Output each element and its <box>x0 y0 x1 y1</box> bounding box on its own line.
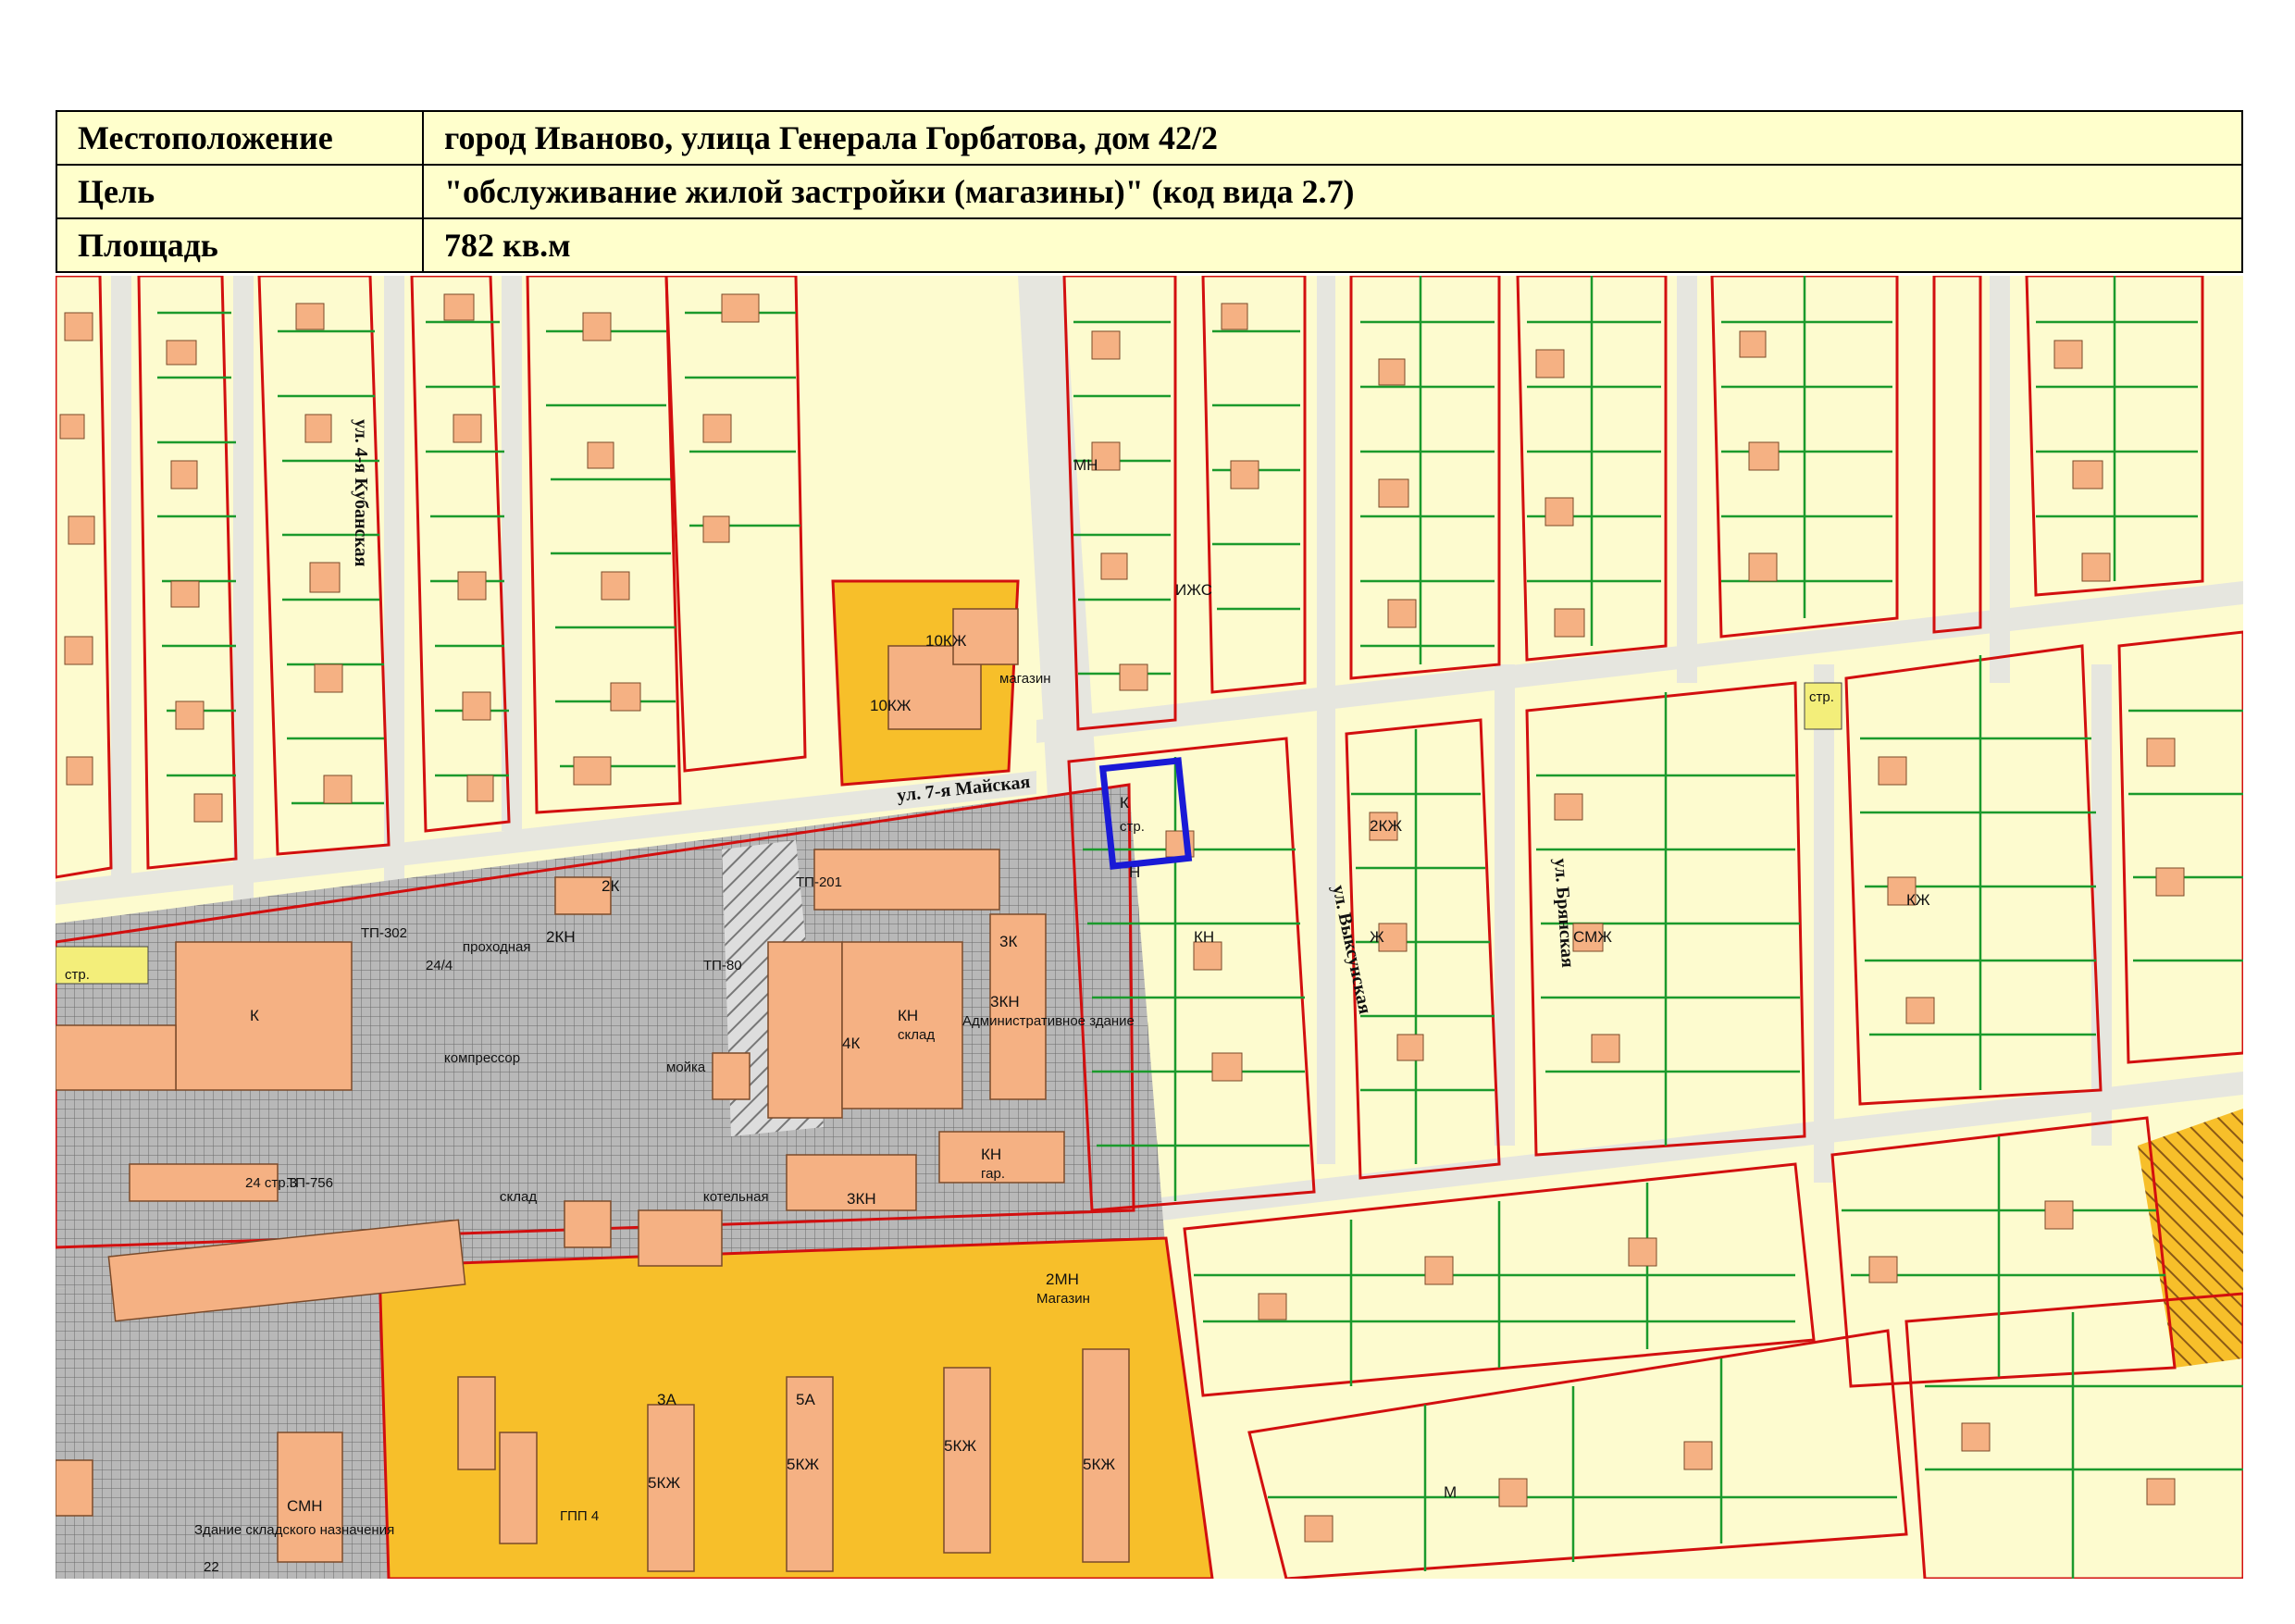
label-3k: 3К <box>999 933 1017 950</box>
label-tp756: ТП-756 <box>287 1175 333 1191</box>
label-3kn-top: 3КН <box>990 993 1020 1010</box>
street-label-kubanskaya: ул. 4-я Кубанская <box>351 419 371 567</box>
label-22: 22 <box>204 1559 219 1575</box>
location-label: Местоположение <box>56 110 424 166</box>
label-tp302: ТП-302 <box>361 925 407 941</box>
area-value: 782 кв.м <box>422 217 2243 273</box>
label-n-1: Н <box>1129 863 1140 881</box>
label-5a: 5А <box>796 1391 815 1408</box>
label-2kzh-1: 2КЖ <box>1370 817 1402 835</box>
label-kompressor: компрессор <box>444 1050 520 1066</box>
label-store: магазин <box>999 671 1051 687</box>
label-k: К <box>250 1007 259 1024</box>
label-2mn: 2МН <box>1046 1271 1079 1288</box>
info-table: Местоположение город Иваново, улица Гене… <box>56 110 2243 273</box>
label-5kzh-1: 5КЖ <box>648 1474 680 1492</box>
label-10kzh-2: 10КЖ <box>870 697 912 714</box>
location-row: Местоположение город Иваново, улица Гене… <box>56 110 2243 166</box>
label-5kzh-3: 5КЖ <box>944 1437 976 1455</box>
label-5kzh-4: 5КЖ <box>1083 1456 1115 1473</box>
label-gpp: ГПП 4 <box>560 1508 599 1524</box>
label-3a: 3А <box>657 1391 676 1408</box>
label-kn-gar: КН <box>981 1146 1001 1163</box>
label-str: стр. <box>65 967 90 983</box>
location-value: город Иваново, улица Генерала Горбатова,… <box>422 110 2243 166</box>
label-mn-1: МН <box>1073 456 1098 474</box>
label-warehouse: склад <box>898 1027 935 1043</box>
label-kn-1: КН <box>1194 928 1214 946</box>
label-2kn: 2КН <box>546 928 576 946</box>
purpose-row: Цель "обслуживание жилой застройки (мага… <box>56 164 2243 219</box>
label-admin: Административное здание <box>962 1013 1135 1029</box>
label-izhs-1: ИЖС <box>1175 581 1212 599</box>
cadastral-map[interactable]: ул. 4-я Кубанская ул. 7-я Майская ул. Вы… <box>56 276 2243 1579</box>
label-store2: Магазин <box>1036 1291 1090 1307</box>
purpose-value: "обслуживание жилой застройки (магазины)… <box>422 164 2243 219</box>
label-24-4: 24/4 <box>426 958 453 973</box>
label-zh-1: Ж <box>1370 928 1384 946</box>
label-str-2: стр. <box>1809 689 1834 705</box>
label-kn-warehouse: КН <box>898 1007 918 1024</box>
label-str-target: стр. <box>1120 819 1145 835</box>
label-warehouse-building: Здание складского назначения <box>194 1522 394 1538</box>
label-3kn: 3КН <box>847 1190 876 1208</box>
area-row: Площадь 782 кв.м <box>56 217 2243 273</box>
label-tp201: ТП-201 <box>796 874 842 890</box>
purpose-label: Цель <box>56 164 424 219</box>
label-5kzh-2: 5КЖ <box>787 1456 819 1473</box>
label-gar: гар. <box>981 1166 1005 1182</box>
area-label: Площадь <box>56 217 424 273</box>
label-4k: 4К <box>842 1035 860 1052</box>
label-smn: СМН <box>287 1497 323 1515</box>
label-proxodnaya: проходная <box>463 939 530 955</box>
label-kzh-1: КЖ <box>1906 891 1930 909</box>
label-2k: 2К <box>602 877 619 895</box>
label-kotelnaya: котельная <box>703 1189 769 1205</box>
label-k-target: К <box>1120 794 1129 812</box>
label-moika: мойка <box>666 1060 706 1075</box>
label-m-1: М <box>1444 1483 1457 1501</box>
street-label-bryanskaya: ул. Брянская <box>1550 858 1578 969</box>
label-10kzh: 10КЖ <box>925 632 967 650</box>
label-tp80: ТП-80 <box>703 958 742 973</box>
label-smzh-1: СМЖ <box>1573 928 1612 946</box>
label-sklad-k: склад <box>500 1189 537 1205</box>
